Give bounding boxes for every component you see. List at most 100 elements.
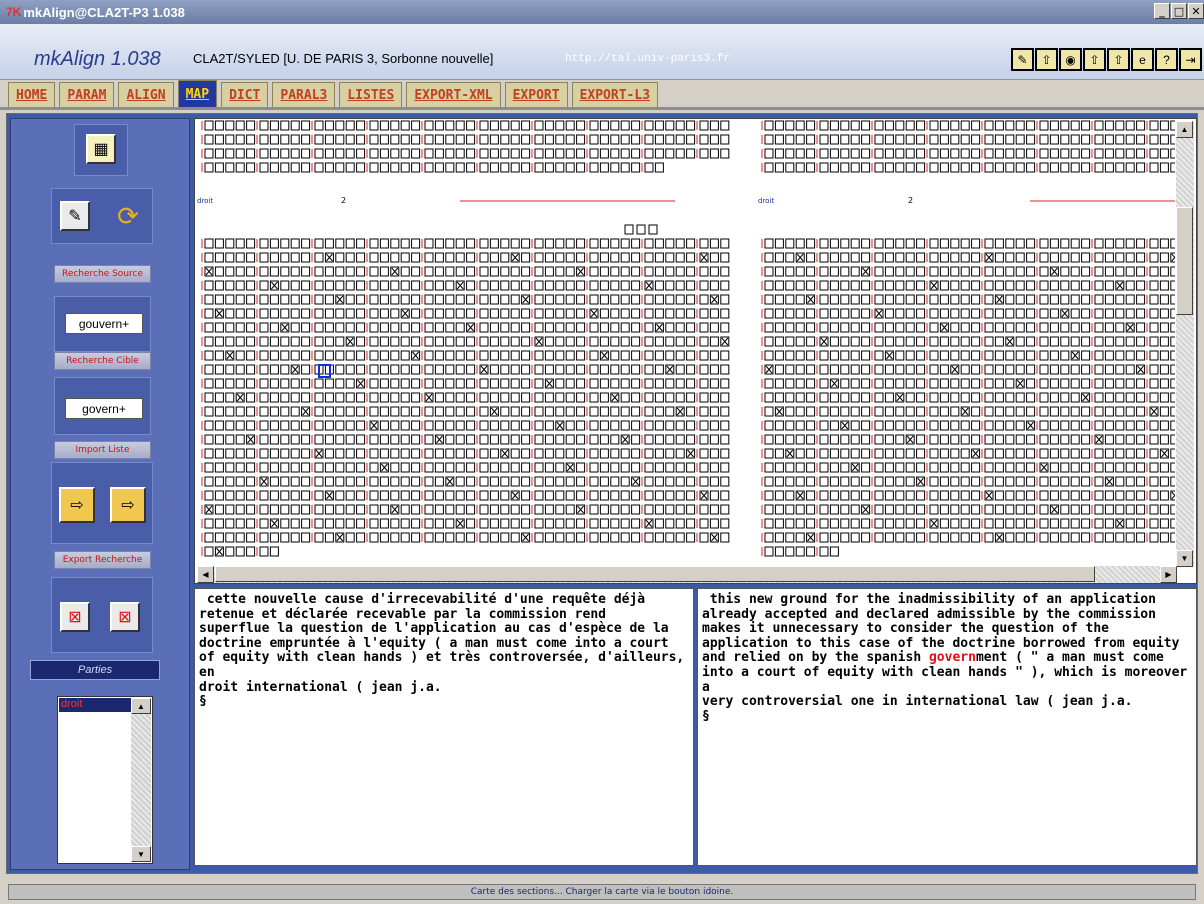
section-map[interactable]: droit 2 droit 2 ▲ ▼ ◀ ▶ (194, 118, 1197, 584)
map-vertical-scrollbar[interactable]: ▲ ▼ (1176, 121, 1194, 567)
scroll-right-icon[interactable]: ▶ (1160, 566, 1177, 583)
tab-export-xml[interactable]: EXPORT-XML (406, 82, 501, 108)
map-cell (675, 518, 685, 529)
map-cell (929, 504, 939, 515)
help-icon[interactable]: ? (1155, 48, 1178, 71)
map-cell (599, 490, 609, 501)
target-text-pane[interactable]: this new ground for the inadmissibility … (697, 588, 1197, 866)
map-cell (544, 252, 554, 263)
window-title: mkAlign@CLA2T-P3 1.038 (23, 4, 185, 20)
scroll-left-icon[interactable]: ◀ (197, 566, 214, 583)
scroll-up-icon[interactable]: ▲ (131, 698, 151, 714)
map-cell (850, 238, 860, 249)
map-cell (534, 476, 544, 487)
tab-map[interactable]: MAP (177, 80, 218, 108)
map-cell (895, 420, 905, 431)
map-cell (214, 504, 224, 515)
map-cell (895, 448, 905, 459)
tab-home[interactable]: HOME (8, 82, 56, 108)
map-cell (785, 504, 795, 515)
export-x-icon[interactable]: ⊠ (110, 602, 140, 632)
map-cell (301, 364, 311, 375)
map-cell (610, 252, 620, 263)
upload-icon[interactable]: ⇧ (1107, 48, 1130, 71)
import-file-icon[interactable]: ⇨ (59, 487, 95, 523)
tab-param[interactable]: PARAM (59, 82, 115, 108)
map-cell (620, 364, 630, 375)
map-cell (1149, 490, 1159, 501)
map-cell (620, 120, 630, 131)
map-cell (1026, 364, 1036, 375)
scroll-down-icon[interactable]: ▼ (131, 846, 151, 862)
refresh-icon[interactable]: ⟳ (110, 198, 146, 234)
parties-item-selected[interactable]: droit (59, 698, 131, 712)
map-horizontal-scrollbar[interactable]: ◀ ▶ (197, 566, 1177, 583)
scroll-up-icon[interactable]: ▲ (1176, 121, 1193, 138)
scroll-down-icon[interactable]: ▼ (1176, 550, 1193, 567)
circle-icon[interactable]: ◉ (1059, 48, 1082, 71)
map-cell (884, 134, 894, 145)
tab-dict[interactable]: DICT (221, 82, 269, 108)
parties-list[interactable]: droit ▲ ▼ (57, 696, 153, 864)
map-cell (874, 350, 884, 361)
source-text-pane[interactable]: cette nouvelle cause d'irrecevabilité d'… (194, 588, 694, 866)
app-name: mkAlign 1.038 (34, 48, 161, 70)
source-search-input[interactable]: gouvern+ (65, 313, 143, 334)
map-cell (720, 294, 730, 305)
scroll-thumb[interactable] (215, 566, 1095, 582)
map-cell (709, 406, 719, 417)
map-cell (665, 336, 675, 347)
map-cell (466, 134, 476, 145)
map-cell (764, 294, 774, 305)
upload-icon[interactable]: ⇧ (1035, 48, 1058, 71)
map-cell (850, 134, 860, 145)
minimize-icon[interactable]: _ (1154, 3, 1170, 19)
map-cell (709, 490, 719, 501)
map-cell (510, 420, 520, 431)
scroll-thumb[interactable] (1176, 207, 1193, 315)
map-cell (654, 120, 664, 131)
map-cell (984, 322, 994, 333)
browser-icon[interactable]: e (1131, 48, 1154, 71)
tab-export[interactable]: EXPORT (504, 82, 568, 108)
map-cell (806, 490, 816, 501)
maximize-icon[interactable]: □ (1171, 3, 1187, 19)
tab-export-l3[interactable]: EXPORT-L3 (571, 82, 659, 108)
map-cell (356, 294, 366, 305)
map-cell (665, 266, 675, 277)
parties-scrollbar[interactable]: ▲ ▼ (131, 698, 151, 862)
site-url[interactable]: http://tal.univ-paris3.fr (565, 53, 730, 65)
exit-icon[interactable]: ⇥ (1179, 48, 1202, 71)
export-x-icon[interactable]: ⊠ (60, 602, 90, 632)
import-file-icon[interactable]: ⇨ (110, 487, 146, 523)
map-cell (1115, 294, 1125, 305)
map-cell (214, 148, 224, 159)
upload-icon[interactable]: ⇧ (1083, 48, 1106, 71)
map-cell (324, 392, 334, 403)
map-cell (576, 120, 586, 131)
map-cell (445, 420, 455, 431)
map-cell (686, 434, 696, 445)
map-cell (648, 224, 658, 235)
map-cell (565, 448, 575, 459)
target-search-input[interactable]: govern+ (65, 398, 143, 419)
map-cell (204, 434, 214, 445)
map-cell (1039, 252, 1049, 263)
map-cell (369, 490, 379, 501)
pencil-icon[interactable]: ✎ (1011, 48, 1034, 71)
map-grid[interactable]: droit 2 droit 2 (195, 119, 1175, 565)
close-icon[interactable]: ✕ (1188, 3, 1204, 19)
map-cell (1159, 322, 1169, 333)
map-cell (785, 434, 795, 445)
tab-paral3[interactable]: PARAL3 (272, 82, 336, 108)
map-cell (1049, 434, 1059, 445)
calendar-icon[interactable]: ▦ (86, 134, 116, 164)
map-cell (544, 350, 554, 361)
edit-icon[interactable]: ✎ (60, 201, 90, 231)
map-cell (214, 280, 224, 291)
tab-listes[interactable]: LISTES (339, 82, 403, 108)
map-cell (709, 434, 719, 445)
tab-align[interactable]: ALIGN (118, 82, 174, 108)
map-cell (599, 518, 609, 529)
map-cell (400, 162, 410, 173)
